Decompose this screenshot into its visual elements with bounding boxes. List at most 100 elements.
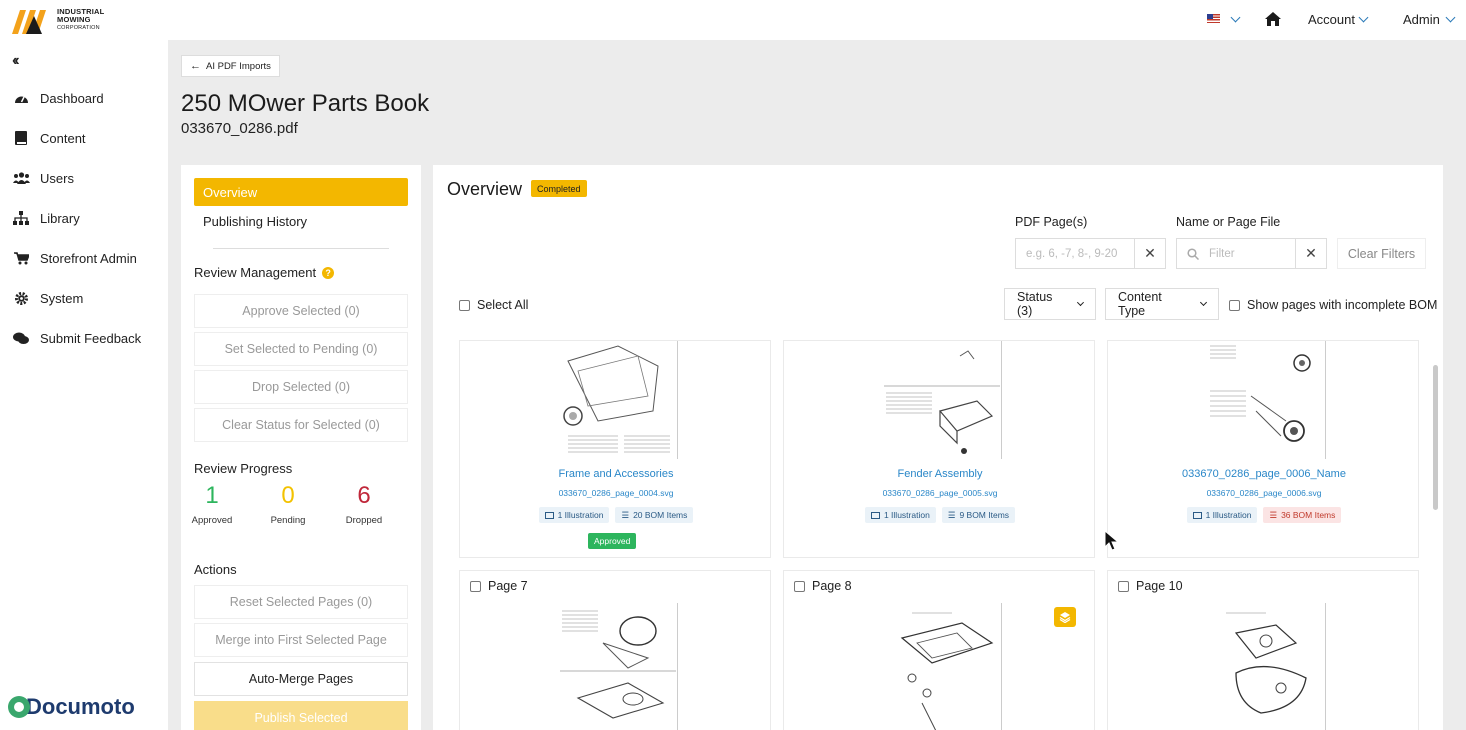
sidebar-item-submit-feedback[interactable]: Submit Feedback [12, 328, 141, 348]
account-menu[interactable]: Account [1308, 12, 1355, 27]
checkbox[interactable] [1229, 299, 1240, 311]
image-icon [870, 511, 880, 519]
page-grid: Frame and Accessories 033670_0286_page_0… [459, 340, 1421, 730]
set-pending-button[interactable]: Set Selected to Pending (0) [194, 332, 408, 366]
page-card-title[interactable]: Fender Assembly [784, 468, 1096, 480]
illustration-chip[interactable]: 1 Illustration [864, 507, 936, 523]
page-thumbnail[interactable] [558, 341, 678, 459]
account-chevron-down-icon[interactable] [1358, 12, 1369, 23]
page-card[interactable]: Page 10 [1107, 570, 1419, 730]
page-thumbnail[interactable] [1206, 603, 1326, 730]
publish-selected-button[interactable]: Publish Selected [194, 701, 408, 730]
company-logo[interactable]: INDUSTRIAL MOWING CORPORATION [12, 6, 104, 34]
sitemap-icon [12, 211, 30, 225]
page-card[interactable]: Page 8 [783, 570, 1095, 730]
select-all-checkbox[interactable]: Select All [459, 298, 528, 312]
pending-count: 0 [281, 482, 295, 509]
sidebar: ‹‹ Dashboard Content Users Library Store… [0, 40, 168, 730]
list-icon: ☰ [1269, 509, 1278, 520]
content-type-dropdown[interactable]: Content Type [1105, 288, 1219, 320]
page-card[interactable]: 033670_0286_page_0006_Name 033670_0286_p… [1107, 340, 1419, 558]
back-button-label: AI PDF Imports [206, 60, 271, 72]
menu-item-overview[interactable]: Overview [194, 178, 408, 206]
checkbox[interactable] [794, 580, 805, 592]
scrollbar[interactable] [1433, 365, 1438, 510]
page-card[interactable]: Frame and Accessories 033670_0286_page_0… [459, 340, 771, 558]
clear-status-button[interactable]: Clear Status for Selected (0) [194, 408, 408, 442]
page-card-title[interactable]: Frame and Accessories [460, 468, 772, 480]
image-icon [544, 511, 554, 519]
bom-chip-warning[interactable]: ☰ 36 BOM Items [1263, 507, 1342, 523]
home-icon[interactable] [1265, 12, 1281, 26]
layers-icon[interactable] [1054, 607, 1076, 627]
page-thumbnail[interactable] [1206, 341, 1326, 459]
sidebar-item-label: Submit Feedback [40, 330, 142, 346]
admin-chevron-down-icon[interactable] [1445, 12, 1456, 23]
status-filter-label: Status (3) [1017, 290, 1053, 318]
page-card-file[interactable]: 033670_0286_page_0005.svg [784, 488, 1096, 498]
sidebar-item-system[interactable]: System [12, 288, 83, 308]
merge-first-selected-button[interactable]: Merge into First Selected Page [194, 623, 408, 657]
page-thumbnail[interactable] [882, 603, 1002, 730]
reset-selected-pages-button[interactable]: Reset Selected Pages (0) [194, 585, 408, 619]
collapse-sidebar-icon[interactable]: ‹‹ [12, 52, 19, 70]
question-icon[interactable]: ? [322, 266, 335, 279]
page-card-title[interactable]: 033670_0286_page_0006_Name [1108, 468, 1420, 480]
approve-selected-button[interactable]: Approve Selected (0) [194, 294, 408, 328]
documoto-gear-icon [8, 696, 30, 718]
sidebar-item-content[interactable]: Content [12, 128, 86, 148]
clear-pdf-pages-button[interactable]: ✕ [1134, 238, 1166, 269]
company-logo-mark [12, 10, 46, 34]
admin-menu[interactable]: Admin [1403, 12, 1440, 27]
bom-chip[interactable]: ☰ 9 BOM Items [941, 507, 1016, 523]
overview-panel: Overview Completed PDF Page(s) e.g. 6, -… [433, 165, 1443, 730]
page-thumbnail[interactable] [558, 603, 678, 730]
pdf-pages-input[interactable]: e.g. 6, -7, 8-, 9-20 [1015, 238, 1135, 269]
checkbox[interactable] [470, 580, 481, 592]
bom-chip[interactable]: ☰ 20 BOM Items [615, 507, 694, 523]
page-card-file[interactable]: 033670_0286_page_0004.svg [460, 488, 772, 498]
illustration-chip[interactable]: 1 Illustration [1186, 507, 1258, 523]
page-card[interactable]: Fender Assembly 033670_0286_page_0005.sv… [783, 340, 1095, 558]
sidebar-item-users[interactable]: Users [12, 168, 74, 188]
dropped-count: 6 [357, 482, 371, 509]
language-chevron-down-icon[interactable] [1230, 12, 1241, 23]
illustration-chip[interactable]: 1 Illustration [538, 507, 610, 523]
us-flag-icon[interactable] [1207, 14, 1220, 23]
name-filter-input[interactable]: Filter [1176, 238, 1296, 269]
incomplete-bom-label: Show pages with incomplete BOM [1247, 298, 1438, 312]
sidebar-item-dashboard[interactable]: Dashboard [12, 88, 104, 108]
main-area: ← AI PDF Imports 250 MOwer Parts Book 03… [168, 40, 1466, 730]
menu-item-publishing-history[interactable]: Publishing History [203, 214, 307, 229]
checkbox[interactable] [1118, 580, 1129, 592]
comments-icon [12, 331, 30, 345]
illustration-count: 1 Illustration [1205, 510, 1252, 520]
checkbox[interactable] [459, 299, 470, 311]
page-card-header: Page 7 [470, 579, 528, 593]
review-management-title: Review Management ? [194, 265, 335, 280]
name-filter-placeholder: Filter [1209, 247, 1235, 260]
sidebar-item-label: Content [40, 130, 86, 146]
incomplete-bom-checkbox[interactable]: Show pages with incomplete BOM [1229, 298, 1437, 312]
select-all-label: Select All [477, 298, 529, 312]
back-button[interactable]: ← AI PDF Imports [181, 55, 280, 77]
status-filter-dropdown[interactable]: Status (3) [1004, 288, 1096, 320]
arrow-left-icon: ← [190, 60, 201, 72]
page-card-chips: 1 Illustration ☰ 20 BOM Items [460, 507, 772, 523]
auto-merge-pages-button[interactable]: Auto-Merge Pages [194, 662, 408, 696]
clear-filters-button[interactable]: Clear Filters [1337, 238, 1426, 269]
page-thumbnail[interactable] [882, 341, 1002, 459]
list-icon: ☰ [621, 509, 630, 520]
sidebar-item-storefront-admin[interactable]: Storefront Admin [12, 248, 137, 268]
review-progress-title: Review Progress [194, 461, 293, 476]
page-card-file[interactable]: 033670_0286_page_0006.svg [1108, 488, 1420, 498]
drop-selected-button[interactable]: Drop Selected (0) [194, 370, 408, 404]
clear-name-filter-button[interactable]: ✕ [1295, 238, 1327, 269]
sidebar-item-label: System [40, 290, 84, 306]
review-management-label: Review Management [194, 265, 317, 280]
dropped-label: Dropped [345, 515, 383, 526]
sidebar-item-library[interactable]: Library [12, 208, 80, 228]
company-logo-text: INDUSTRIAL MOWING CORPORATION [57, 7, 105, 32]
chevron-down-icon [1077, 299, 1085, 306]
page-card[interactable]: Page 7 [459, 570, 771, 730]
